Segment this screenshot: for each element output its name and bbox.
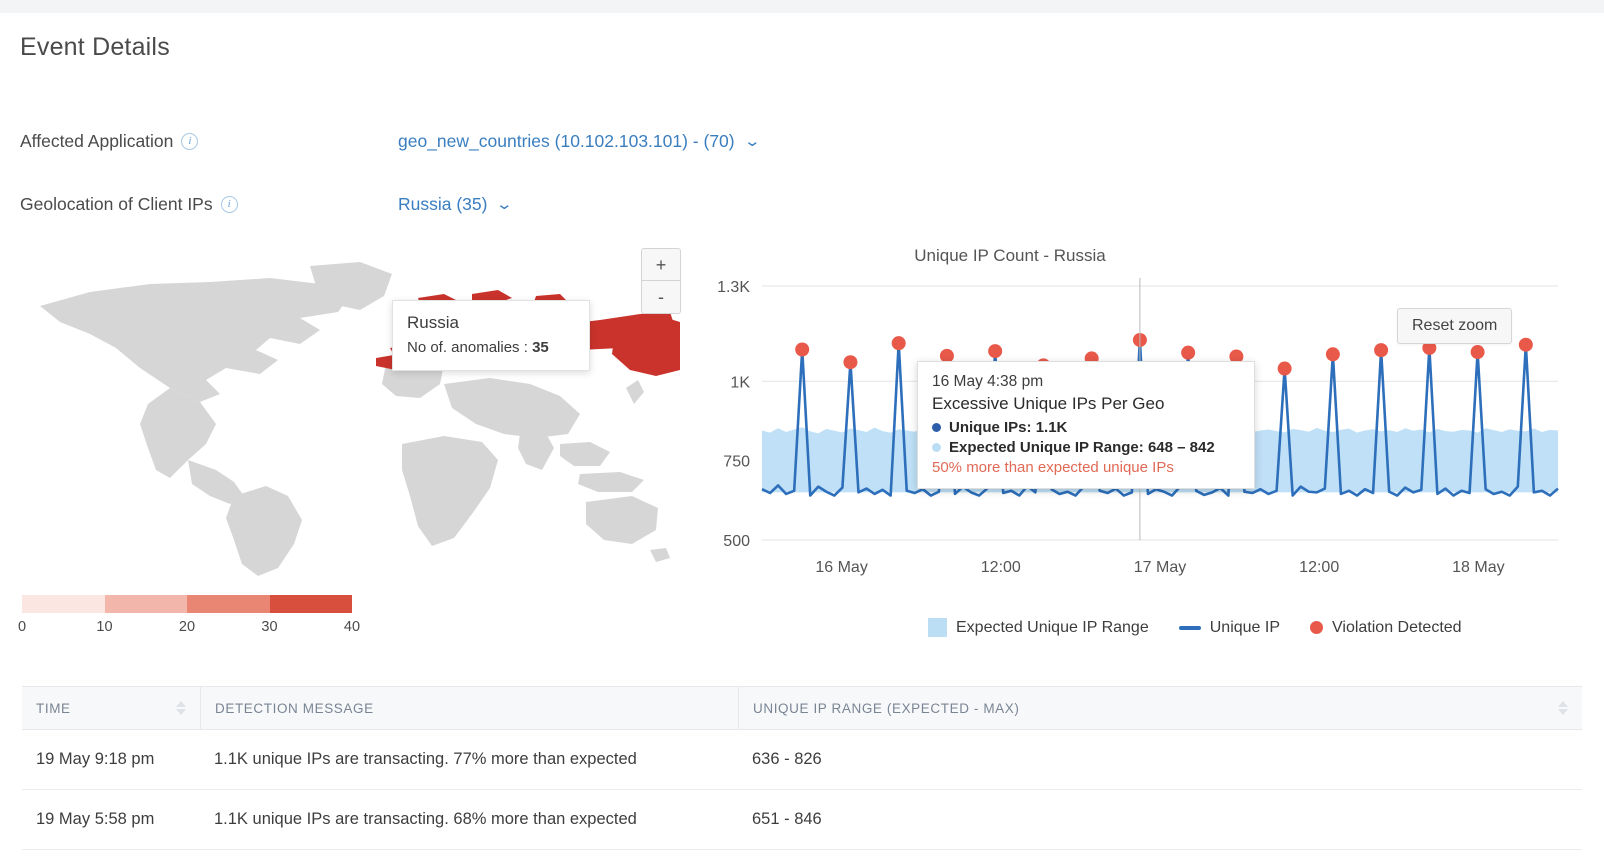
- chart-tooltip-note: 50% more than expected unique IPs: [932, 459, 1174, 476]
- page-title: Event Details: [20, 33, 170, 61]
- top-strip: [0, 0, 1604, 13]
- legend-label-violation-detected: Violation Detected: [1332, 618, 1462, 636]
- table-header-row: TIME DETECTION MESSAGE UNIQUE IP RANGE (…: [22, 686, 1582, 730]
- svg-text:18 May: 18 May: [1452, 559, 1504, 576]
- chevron-down-icon[interactable]: ⌄: [496, 197, 514, 212]
- chart-tooltip-heading: Excessive Unique IPs Per Geo: [932, 394, 1165, 413]
- chart-tooltip-expected-range-value: 648 – 842: [1147, 439, 1215, 456]
- chart-tooltip: 16 May 4:38 pm Excessive Unique IPs Per …: [917, 361, 1255, 489]
- chart-tooltip-unique-ips-value: 1.1K: [1035, 419, 1068, 436]
- svg-text:500: 500: [723, 533, 750, 550]
- chart-tooltip-time: 16 May 4:38 pm: [932, 373, 1044, 390]
- svg-text:16 May: 16 May: [815, 559, 867, 576]
- svg-text:12:00: 12:00: [1299, 559, 1339, 576]
- geolocation-label-row: Geolocation of Client IPs i: [20, 194, 238, 215]
- table-header-time-label: TIME: [36, 700, 71, 716]
- chart-legend: Expected Unique IP Range Unique IP Viola…: [928, 618, 1462, 637]
- scale-tick-0: 0: [17, 619, 27, 635]
- cell-time: 19 May 5:58 pm: [36, 810, 155, 828]
- chevron-down-icon[interactable]: ⌄: [743, 134, 761, 149]
- map-tooltip: Russia No of. anomalies : 35: [392, 300, 590, 371]
- unique-ip-dot-icon: [932, 423, 941, 432]
- geolocation-value[interactable]: Russia (35): [398, 194, 487, 215]
- map-tooltip-anomalies: No of. anomalies : 35: [407, 339, 575, 356]
- table-header-range-label: UNIQUE IP RANGE (EXPECTED - MAX): [753, 700, 1020, 716]
- geolocation-label: Geolocation of Client IPs: [20, 194, 213, 214]
- scale-segment-3: [269, 595, 352, 613]
- map-color-scale-ticks: 0 10 20 30 40: [18, 619, 360, 639]
- map-color-scale-bars: [22, 595, 352, 613]
- table-row[interactable]: 19 May 9:18 pm 1.1K unique IPs are trans…: [22, 730, 1582, 790]
- chart-tooltip-unique-ips: Unique IPs: 1.1K: [932, 419, 1240, 436]
- map-zoom-out-button[interactable]: -: [642, 281, 680, 313]
- unique-ip-chart-panel[interactable]: Unique IP Count - Russia 1.3K 1K 750 500 16 …: [700, 238, 1560, 638]
- info-icon[interactable]: i: [220, 196, 238, 213]
- svg-text:750: 750: [723, 454, 750, 471]
- svg-text:1K: 1K: [730, 374, 750, 391]
- geolocation-value-group[interactable]: Russia (35) ⌄: [398, 194, 514, 215]
- map-zoom-in-button[interactable]: +: [642, 249, 680, 281]
- cell-message: 1.1K unique IPs are transacting. 68% mor…: [214, 810, 637, 828]
- cell-time: 19 May 9:18 pm: [36, 750, 155, 768]
- chart-tooltip-expected-range: Expected Unique IP Range: 648 – 842: [932, 439, 1240, 456]
- scale-tick-1: 10: [96, 619, 113, 635]
- legend-label-unique-ip: Unique IP: [1209, 618, 1280, 636]
- legend-label-expected-range: Expected Unique IP Range: [956, 618, 1149, 636]
- legend-item-expected-range[interactable]: Expected Unique IP Range: [928, 618, 1149, 637]
- chart-tooltip-unique-ips-label: Unique IPs:: [949, 419, 1032, 436]
- svg-text:17 May: 17 May: [1134, 559, 1186, 576]
- detections-table: TIME DETECTION MESSAGE UNIQUE IP RANGE (…: [22, 686, 1582, 850]
- cell-range: 636 - 826: [752, 750, 822, 768]
- map-color-scale: 0 10 20 30 40: [18, 595, 360, 639]
- chart-tooltip-expected-range-label: Expected Unique IP Range:: [949, 439, 1144, 456]
- scale-segment-0: [22, 595, 105, 613]
- info-icon[interactable]: i: [181, 133, 199, 150]
- cell-range: 651 - 846: [752, 810, 822, 828]
- scale-segment-1: [104, 595, 187, 613]
- map-zoom-controls[interactable]: + -: [641, 248, 681, 314]
- table-header-time[interactable]: TIME: [22, 687, 200, 729]
- table-body: 19 May 9:18 pm 1.1K unique IPs are trans…: [22, 730, 1582, 850]
- table-header-message-label: DETECTION MESSAGE: [215, 700, 374, 716]
- map-tooltip-anomalies-label: No of. anomalies :: [407, 339, 528, 356]
- svg-text:12:00: 12:00: [981, 559, 1021, 576]
- legend-item-unique-ip[interactable]: Unique IP: [1178, 618, 1280, 637]
- scale-tick-3: 30: [261, 619, 278, 635]
- affected-application-value-group[interactable]: geo_new_countries (10.102.103.101) - (70…: [398, 131, 761, 152]
- affected-application-value[interactable]: geo_new_countries (10.102.103.101) - (70…: [398, 131, 735, 152]
- scale-segment-2: [187, 595, 270, 613]
- unique-ip-line-icon: [1178, 625, 1201, 630]
- cell-message: 1.1K unique IPs are transacting. 77% mor…: [214, 750, 637, 768]
- table-header-range[interactable]: UNIQUE IP RANGE (EXPECTED - MAX): [738, 687, 1582, 729]
- world-map[interactable]: [20, 238, 680, 578]
- violation-dot-icon: [1310, 621, 1323, 634]
- table-row[interactable]: 19 May 5:58 pm 1.1K unique IPs are trans…: [22, 790, 1582, 850]
- affected-application-label-row: Affected Application i: [20, 131, 199, 152]
- scale-tick-4: 40: [343, 619, 361, 635]
- affected-application-label: Affected Application: [20, 131, 174, 151]
- legend-item-violation-detected[interactable]: Violation Detected: [1310, 619, 1462, 637]
- svg-text:1.3K: 1.3K: [717, 279, 750, 296]
- scale-tick-2: 20: [178, 619, 196, 635]
- reset-zoom-button[interactable]: Reset zoom: [1397, 308, 1513, 344]
- map-tooltip-anomalies-value: 35: [532, 339, 549, 356]
- table-header-message[interactable]: DETECTION MESSAGE: [200, 687, 738, 729]
- map-tooltip-country: Russia: [407, 313, 459, 332]
- expected-range-swatch-icon: [928, 618, 947, 637]
- expected-range-dot-icon: [932, 443, 941, 452]
- sort-arrows-icon[interactable]: [176, 701, 186, 715]
- sort-arrows-icon[interactable]: [1558, 701, 1568, 715]
- world-map-panel[interactable]: + - Russia No of. anomalies : 35: [20, 238, 681, 578]
